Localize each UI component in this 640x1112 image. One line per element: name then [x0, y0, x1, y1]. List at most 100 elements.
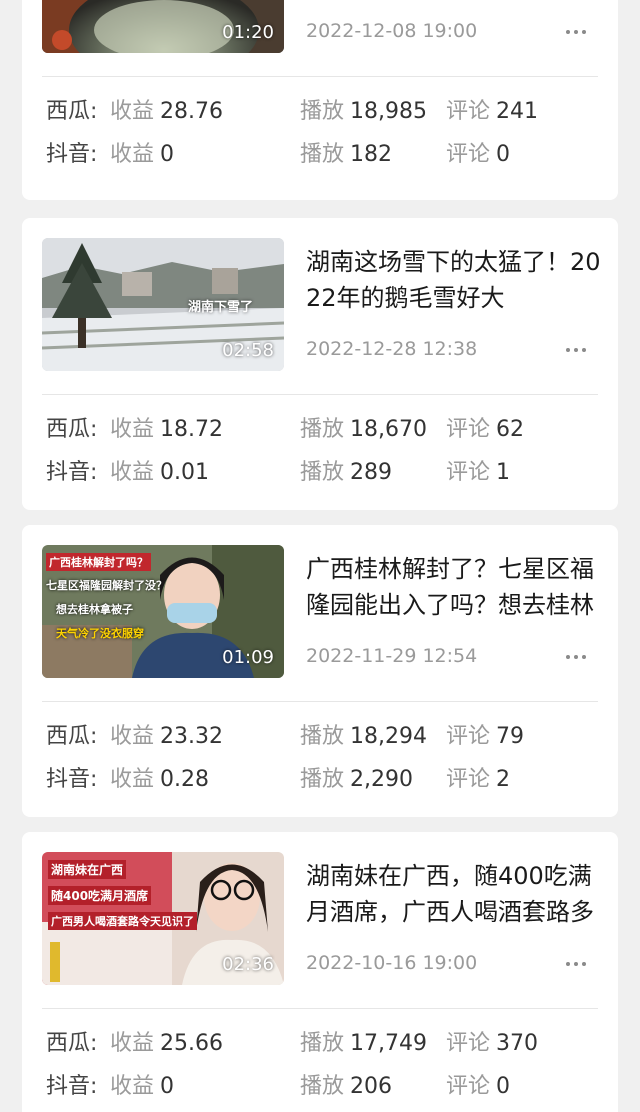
- stats-section: 西瓜: 收益 18.72 播放 18,670 评论 62 抖音: 收益 0.01 播放 2…: [22, 394, 618, 518]
- video-thumbnail[interactable]: 湖南下雪了 02:58: [42, 238, 284, 371]
- publish-date: 2022-12-28 12:38: [306, 338, 478, 360]
- plays-label: 播放: [300, 99, 345, 124]
- revenue-label: 收益: [110, 1031, 155, 1056]
- plays-value: 206: [350, 1074, 393, 1099]
- plays-label: 播放: [300, 460, 345, 485]
- revenue-label: 收益: [110, 99, 155, 124]
- plays-label: 播放: [300, 767, 345, 792]
- video-card[interactable]: 01:20 2022-12-08 19:00 西瓜: 收益 28.76 播放 18,…: [22, 0, 618, 200]
- video-title[interactable]: 广西桂林解封了？七星区福隆园能出入了吗？想去桂林: [306, 551, 602, 635]
- comments-value: 1: [496, 460, 511, 485]
- plays-label: 播放: [300, 417, 345, 442]
- thumbnail-caption: 广西桂林解封了吗？: [46, 553, 151, 571]
- platform-label: 抖音:: [46, 142, 98, 167]
- revenue-label: 收益: [110, 724, 155, 749]
- stats-section: 西瓜: 收益 25.66 播放 17,749 评论 370 抖音: 收益 0 播放 206…: [22, 1008, 618, 1112]
- platform-label: 抖音:: [46, 460, 98, 485]
- video-card[interactable]: 广西桂林解封了吗？ 七星区福隆园解封了没？ 想去桂林拿被子 天气冷了没衣服穿 0…: [22, 525, 618, 817]
- plays-label: 播放: [300, 1074, 345, 1099]
- revenue-label: 收益: [110, 417, 155, 442]
- comments-label: 评论: [446, 1074, 491, 1099]
- more-options-icon[interactable]: [554, 944, 598, 984]
- plays-label: 播放: [300, 1031, 345, 1056]
- stats-section: 西瓜: 收益 23.32 播放 18,294 评论 79 抖音: 收益 0.28 播放 2…: [22, 701, 618, 825]
- stats-row-douyin: 抖音: 收益 0 播放 182 评论 0: [22, 135, 618, 175]
- plays-value: 18,985: [350, 99, 427, 124]
- revenue-value: 23.32: [160, 724, 223, 749]
- video-thumbnail[interactable]: 广西桂林解封了吗？ 七星区福隆园解封了没？ 想去桂林拿被子 天气冷了没衣服穿 0…: [42, 545, 284, 678]
- publish-date: 2022-12-08 19:00: [306, 20, 478, 42]
- plays-value: 17,749: [350, 1031, 427, 1056]
- platform-label: 西瓜:: [46, 724, 98, 749]
- revenue-value: 0.28: [160, 767, 209, 792]
- comments-label: 评论: [446, 724, 491, 749]
- revenue-value: 28.76: [160, 99, 223, 124]
- comments-value: 370: [496, 1031, 539, 1056]
- plays-value: 182: [350, 142, 393, 167]
- plays-value: 289: [350, 460, 393, 485]
- comments-value: 0: [496, 1074, 511, 1099]
- revenue-value: 0: [160, 142, 175, 167]
- plays-value: 2,290: [350, 767, 413, 792]
- comments-value: 79: [496, 724, 525, 749]
- plays-value: 18,294: [350, 724, 427, 749]
- revenue-label: 收益: [110, 767, 155, 792]
- video-title[interactable]: 湖南妹在广西，随400吃满月酒席，广西人喝酒套路多: [306, 858, 602, 942]
- platform-label: 西瓜:: [46, 1031, 98, 1056]
- stats-row-douyin: 抖音: 收益 0.28 播放 2,290 评论 2: [22, 760, 618, 800]
- video-duration: 01:09: [222, 647, 274, 668]
- comments-value: 62: [496, 417, 525, 442]
- video-title[interactable]: 湖南这场雪下的太猛了！2022年的鹅毛雪好大: [306, 244, 602, 328]
- revenue-label: 收益: [110, 1074, 155, 1099]
- publish-date: 2022-10-16 19:00: [306, 952, 478, 974]
- more-options-icon[interactable]: [554, 637, 598, 677]
- video-thumbnail[interactable]: 01:20: [42, 0, 284, 53]
- plays-value: 18,670: [350, 417, 427, 442]
- more-options-icon[interactable]: [554, 330, 598, 370]
- stats-section: 西瓜: 收益 28.76 播放 18,985 评论 241 抖音: 收益 0 播放 182…: [22, 76, 618, 200]
- revenue-label: 收益: [110, 460, 155, 485]
- video-duration: 02:36: [222, 954, 274, 975]
- video-duration: 01:20: [222, 22, 274, 43]
- revenue-label: 收益: [110, 142, 155, 167]
- video-thumbnail[interactable]: 湖南妹在广西 随400吃满月酒席 广西男人喝酒套路令天见识了 02:36: [42, 852, 284, 985]
- thumbnail-caption: 广西男人喝酒套路令天见识了: [48, 912, 197, 930]
- video-card[interactable]: 湖南下雪了 02:58 湖南这场雪下的太猛了！2022年的鹅毛雪好大 2022-…: [22, 218, 618, 510]
- revenue-value: 0.01: [160, 460, 209, 485]
- comments-label: 评论: [446, 767, 491, 792]
- revenue-value: 0: [160, 1074, 175, 1099]
- thumbnail-caption: 湖南妹在广西: [48, 860, 127, 879]
- platform-label: 抖音:: [46, 1074, 98, 1099]
- thumbnail-caption: 湖南下雪了: [188, 300, 254, 315]
- comments-value: 241: [496, 99, 539, 124]
- stats-row-douyin: 抖音: 收益 0 播放 206 评论 0: [22, 1067, 618, 1107]
- video-card[interactable]: 湖南妹在广西 随400吃满月酒席 广西男人喝酒套路令天见识了 02:36 湖南妹…: [22, 832, 618, 1112]
- thumbnail-caption: 想去桂林拿被子: [56, 603, 133, 616]
- comments-label: 评论: [446, 142, 491, 167]
- video-feed: 01:20 2022-12-08 19:00 西瓜: 收益 28.76 播放 18,…: [0, 0, 640, 1112]
- video-duration: 02:58: [222, 340, 274, 361]
- stats-row-xigua: 西瓜: 收益 23.32 播放 18,294 评论 79: [22, 717, 618, 757]
- stats-row-douyin: 抖音: 收益 0.01 播放 289 评论 1: [22, 453, 618, 493]
- comments-label: 评论: [446, 460, 491, 485]
- stats-row-xigua: 西瓜: 收益 28.76 播放 18,985 评论 241: [22, 92, 618, 132]
- revenue-value: 25.66: [160, 1031, 223, 1056]
- platform-label: 西瓜:: [46, 99, 98, 124]
- plays-label: 播放: [300, 142, 345, 167]
- comments-label: 评论: [446, 1031, 491, 1056]
- more-options-icon[interactable]: [554, 12, 598, 52]
- thumbnail-caption: 七星区福隆园解封了没？: [46, 579, 167, 592]
- thumbnail-caption: 天气冷了没衣服穿: [56, 627, 144, 640]
- stats-row-xigua: 西瓜: 收益 18.72 播放 18,670 评论 62: [22, 410, 618, 450]
- thumbnail-caption: 随400吃满月酒席: [48, 886, 152, 905]
- platform-label: 西瓜:: [46, 417, 98, 442]
- plays-label: 播放: [300, 724, 345, 749]
- stats-row-xigua: 西瓜: 收益 25.66 播放 17,749 评论 370: [22, 1024, 618, 1064]
- comments-label: 评论: [446, 417, 491, 442]
- comments-value: 0: [496, 142, 511, 167]
- publish-date: 2022-11-29 12:54: [306, 645, 478, 667]
- comments-value: 2: [496, 767, 511, 792]
- platform-label: 抖音:: [46, 767, 98, 792]
- revenue-value: 18.72: [160, 417, 223, 442]
- comments-label: 评论: [446, 99, 491, 124]
